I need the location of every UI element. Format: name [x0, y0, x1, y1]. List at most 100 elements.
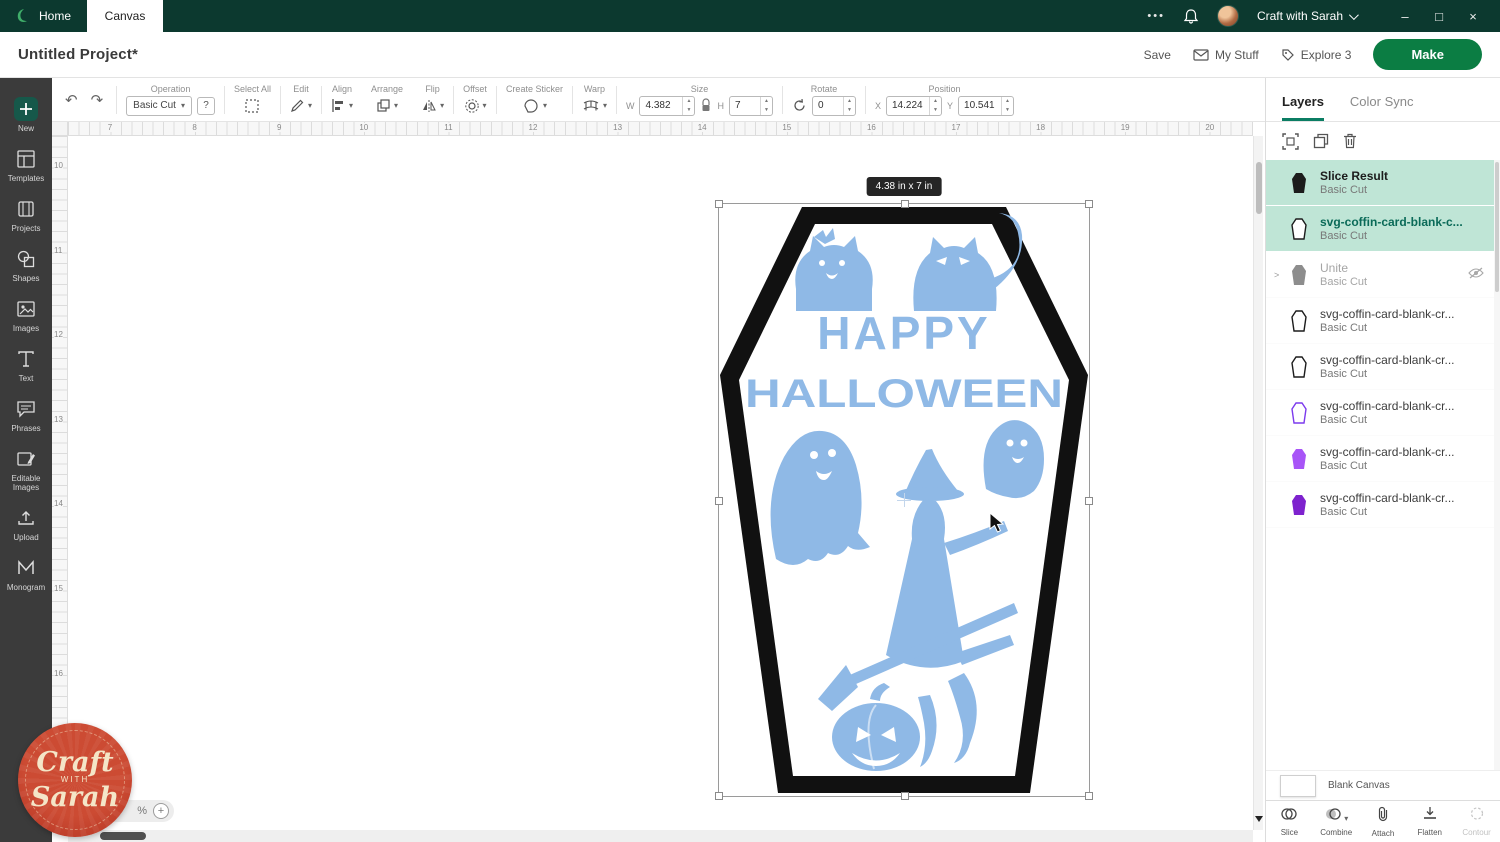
operation-dropdown[interactable]: Basic Cut ▾	[126, 96, 192, 116]
y-position-input[interactable]: 10.541 ▲▼	[958, 96, 1014, 116]
select-all-button[interactable]	[244, 98, 260, 114]
lock-aspect-icon[interactable]	[700, 97, 712, 115]
sidebar-item-monogram[interactable]: Monogram	[0, 549, 52, 599]
canvas-tab[interactable]: Canvas	[87, 0, 163, 32]
minimize-button[interactable]: –	[1388, 0, 1422, 32]
layer-row[interactable]: svg-coffin-card-blank-cr...Basic Cut	[1266, 344, 1494, 390]
height-stepper[interactable]: ▲▼	[760, 97, 772, 115]
layer-thumbnail-icon	[1286, 494, 1312, 516]
resize-handle-s[interactable]	[901, 792, 909, 800]
warp-menu-button[interactable]: ▾	[582, 99, 607, 113]
scroll-down-arrow-icon[interactable]	[1255, 816, 1263, 822]
layers-panel-tabs: Layers Color Sync	[1266, 78, 1500, 122]
h-ruler-number: 9	[275, 123, 283, 132]
account-menu[interactable]: Craft with Sarah	[1257, 9, 1356, 23]
offset-menu-button[interactable]: ▾	[464, 98, 487, 114]
more-options-icon[interactable]: •••	[1147, 10, 1165, 22]
width-input[interactable]: 4.382 ▲▼	[639, 96, 695, 116]
rotate-input[interactable]: 0 ▲▼	[812, 96, 856, 116]
attach-label: Attach	[1372, 829, 1395, 838]
flip-menu-button[interactable]: ▾	[421, 99, 444, 113]
save-button[interactable]: Save	[1144, 48, 1171, 62]
rotate-value: 0	[813, 97, 843, 115]
h-ruler-number: 11	[442, 123, 454, 132]
design-canvas[interactable]: HAPPY HALLOWEEN	[68, 136, 1253, 830]
height-input[interactable]: 7 ▲▼	[729, 96, 773, 116]
redo-button[interactable]: ↷	[87, 91, 108, 109]
layer-hidden-eye-icon[interactable]	[1468, 266, 1484, 284]
canvas-vertical-scrollbar[interactable]	[1253, 136, 1263, 830]
resize-handle-ne[interactable]	[1085, 200, 1093, 208]
create-sticker-button[interactable]: ▾	[522, 98, 547, 114]
resize-handle-sw[interactable]	[715, 792, 723, 800]
flatten-button[interactable]: Flatten	[1406, 801, 1453, 842]
delete-layer-button[interactable]	[1343, 133, 1357, 149]
y-stepper[interactable]: ▲▼	[1001, 97, 1013, 115]
sidebar-item-images[interactable]: Images	[0, 290, 52, 340]
sidebar-item-label: Editable Images	[2, 474, 50, 492]
align-menu-button[interactable]: ▾	[331, 98, 353, 113]
make-button[interactable]: Make	[1373, 39, 1482, 70]
mouse-cursor	[988, 512, 1008, 534]
monogram-icon	[14, 556, 38, 580]
layers-scrollbar[interactable]	[1494, 160, 1500, 772]
canvas-horizontal-scrollbar[interactable]	[68, 830, 1253, 842]
layer-row[interactable]: Slice ResultBasic Cut	[1266, 160, 1494, 206]
layer-row[interactable]: svg-coffin-card-blank-c...Basic Cut	[1266, 206, 1494, 252]
layer-row[interactable]: svg-coffin-card-blank-cr...Basic Cut	[1266, 390, 1494, 436]
zoom-in-button[interactable]: +	[153, 803, 169, 819]
explore-button[interactable]: Explore 3	[1281, 48, 1352, 62]
resize-handle-w[interactable]	[715, 497, 723, 505]
layer-thumbnail-icon	[1286, 356, 1312, 378]
slice-button[interactable]: Slice	[1266, 801, 1313, 842]
operation-help-button[interactable]: ?	[197, 97, 215, 115]
v-ruler-number: 16	[54, 669, 63, 678]
layer-select-all-button[interactable]	[1282, 133, 1299, 150]
resize-handle-nw[interactable]	[715, 200, 723, 208]
sidebar-item-phrases[interactable]: Phrases	[0, 390, 52, 440]
sidebar-item-projects[interactable]: Projects	[0, 190, 52, 240]
sidebar-item-upload[interactable]: Upload	[0, 499, 52, 549]
project-title: Untitled Project*	[18, 46, 138, 63]
sidebar-item-editable-images[interactable]: Editable Images	[0, 440, 52, 499]
sidebar-item-templates[interactable]: Templates	[0, 140, 52, 190]
close-button[interactable]: ×	[1456, 0, 1490, 32]
layer-meta: svg-coffin-card-blank-cr...Basic Cut	[1320, 353, 1484, 380]
horizontal-scroll-thumb[interactable]	[100, 832, 146, 840]
layers-scroll-thumb[interactable]	[1495, 162, 1499, 292]
caret-down-icon: ▾	[543, 101, 547, 110]
width-stepper[interactable]: ▲▼	[682, 97, 694, 115]
save-label: Save	[1144, 48, 1171, 62]
tab-color-sync[interactable]: Color Sync	[1350, 94, 1414, 121]
resize-handle-se[interactable]	[1085, 792, 1093, 800]
combine-button[interactable]: ▾Combine	[1313, 801, 1360, 842]
account-avatar[interactable]	[1217, 5, 1239, 27]
cricut-design-space-app: Home Canvas ••• Craft with Sarah – □ × U…	[0, 0, 1500, 842]
tab-layers[interactable]: Layers	[1282, 94, 1324, 121]
layer-row[interactable]: svg-coffin-card-blank-cr...Basic Cut	[1266, 482, 1494, 528]
edit-menu-button[interactable]: ▾	[290, 98, 312, 113]
layer-row[interactable]: svg-coffin-card-blank-cr...Basic Cut	[1266, 298, 1494, 344]
blank-canvas-row[interactable]: Blank Canvas	[1266, 770, 1500, 800]
rotate-icon[interactable]	[792, 98, 807, 113]
layer-row[interactable]: >UniteBasic Cut	[1266, 252, 1494, 298]
layer-row[interactable]: svg-coffin-card-blank-cr...Basic Cut	[1266, 436, 1494, 482]
maximize-button[interactable]: □	[1422, 0, 1456, 32]
resize-handle-e[interactable]	[1085, 497, 1093, 505]
vertical-scroll-thumb[interactable]	[1256, 162, 1262, 214]
sidebar-item-new[interactable]: New	[0, 90, 52, 140]
home-tab[interactable]: Home	[0, 0, 87, 32]
resize-handle-n[interactable]	[901, 200, 909, 208]
arrange-menu-button[interactable]: ▾	[376, 98, 398, 113]
layer-expand-chevron-icon[interactable]: >	[1274, 270, 1284, 280]
x-position-input[interactable]: 14.224 ▲▼	[886, 96, 942, 116]
x-stepper[interactable]: ▲▼	[929, 97, 941, 115]
sidebar-item-text[interactable]: Text	[0, 340, 52, 390]
rotate-stepper[interactable]: ▲▼	[843, 97, 855, 115]
sidebar-item-shapes[interactable]: Shapes	[0, 240, 52, 290]
duplicate-layer-button[interactable]	[1313, 133, 1329, 149]
undo-button[interactable]: ↶	[61, 91, 82, 109]
notifications-bell-icon[interactable]	[1183, 8, 1199, 25]
my-stuff-button[interactable]: My Stuff	[1193, 48, 1259, 62]
attach-button[interactable]: Attach	[1360, 801, 1407, 842]
